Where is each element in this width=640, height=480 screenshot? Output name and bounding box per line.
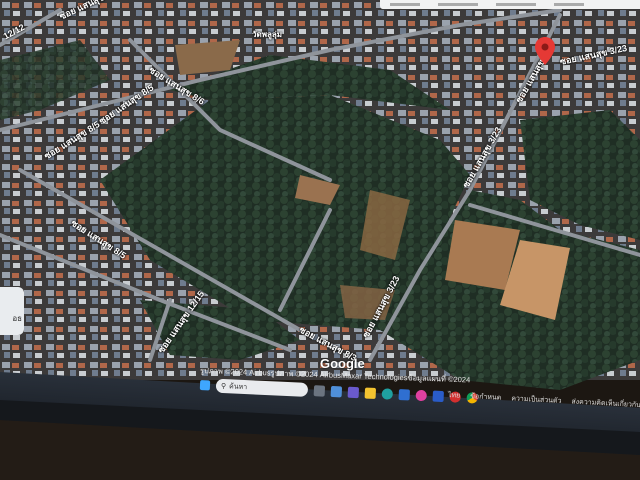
screen-photo: 12/12 ซอย แสนสุข ซอย แสนสุข 8/6 ซอย แสนส… [0,0,640,480]
windows-start-icon[interactable] [199,380,211,391]
widgets-icon[interactable] [330,385,343,397]
footer-link-terms[interactable]: ข้อกำหนด [470,391,502,404]
edge-icon[interactable] [381,387,394,400]
place-label[interactable]: วัดพลูลุ่ม [252,28,282,41]
top-toolbar-item [438,3,478,6]
top-toolbar-strip [380,0,640,9]
top-toolbar-item [390,3,420,6]
store-icon[interactable] [398,388,411,401]
top-toolbar-item [496,3,536,6]
app-icon[interactable] [415,389,428,401]
task-view-icon[interactable] [313,384,326,397]
footer-link-language[interactable]: ไทย [448,390,461,402]
file-explorer-icon[interactable] [364,386,377,399]
location-pin-icon[interactable] [535,37,555,65]
map-side-control[interactable]: อธ [0,287,24,335]
top-toolbar-item [554,3,584,6]
teams-icon[interactable] [347,386,360,398]
search-icon: ⚲ [220,382,227,391]
taskbar-search-placeholder: ค้นหา [228,382,248,391]
security-icon[interactable] [432,390,444,402]
map-side-control-label: อธ [12,314,22,323]
